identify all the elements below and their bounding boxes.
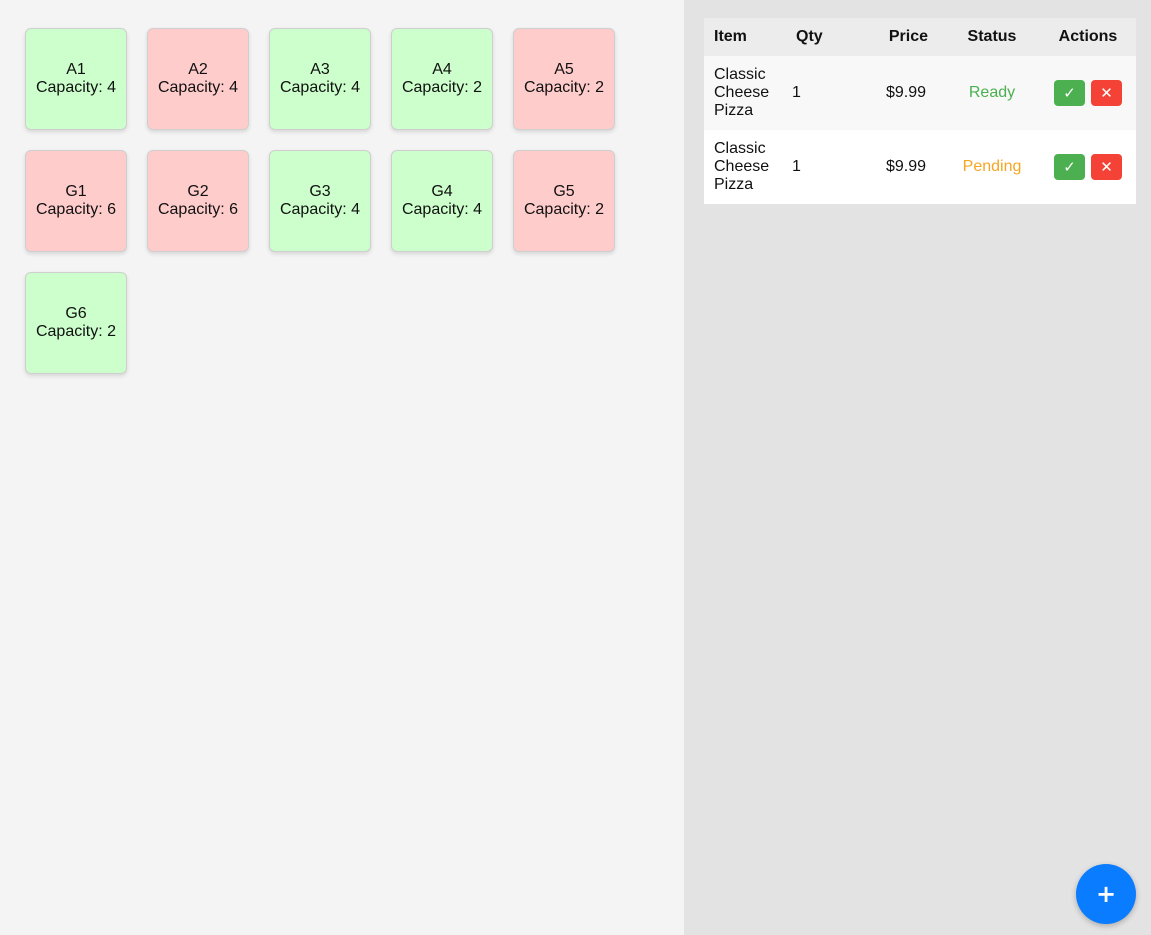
x-icon: ✕ <box>1100 84 1113 102</box>
table-capacity: Capacity: 2 <box>401 79 483 96</box>
table-capacity: Capacity: 4 <box>279 79 361 96</box>
table-card-g4[interactable]: G4 Capacity: 4 <box>391 150 493 252</box>
table-name: G1 <box>65 183 87 200</box>
order-actions: ✓ ✕ <box>1040 130 1136 204</box>
order-qty: 1 <box>792 158 801 175</box>
header-qty: Qty <box>784 18 850 56</box>
order-row: Classic Cheese Pizza 1 $9.99 Ready ✓ ✕ <box>704 56 1136 130</box>
floor-plan-panel: A1 Capacity: 4 A2 Capacity: 4 A3 Capacity: 4A… <box>0 0 684 935</box>
app: A1 Capacity: 4 A2 Capacity: 4 A3 Capacity: 4A… <box>0 0 1151 935</box>
table-card-a5[interactable]: A5 Capacity: 2 <box>513 28 615 130</box>
order-status: Ready <box>968 84 1016 101</box>
table-name: G4 <box>431 183 453 200</box>
order-actions: ✓ ✕ <box>1040 56 1136 130</box>
table-name: A3 <box>310 61 330 78</box>
table-card-g1[interactable]: G1 Capacity: 6 <box>25 150 127 252</box>
table-card-a2[interactable]: A2 Capacity: 4 <box>147 28 249 130</box>
table-capacity: Capacity: 4 <box>401 201 483 218</box>
table-card-a1[interactable]: A1 Capacity: 4 <box>25 28 127 130</box>
order-status: Pending <box>962 158 1022 175</box>
order-price: $9.99 <box>885 84 926 101</box>
order-item: Classic Cheese Pizza <box>714 140 770 193</box>
reject-button[interactable]: ✕ <box>1091 154 1122 180</box>
table-card-a4[interactable]: A4 Capacity: 2 <box>391 28 493 130</box>
order-item: Classic Cheese Pizza <box>714 66 770 119</box>
table-capacity: Capacity: 2 <box>523 79 605 96</box>
table-capacity: Capacity: 4 <box>279 201 361 218</box>
table-card-g3[interactable]: G3 Capacity: 4 <box>269 150 371 252</box>
header-actions: Actions <box>1040 18 1136 56</box>
order-price: $9.99 <box>885 158 926 175</box>
check-icon: ✓ <box>1063 84 1076 102</box>
header-price: Price <box>850 18 944 56</box>
table-card-g2[interactable]: G2 Capacity: 6 <box>147 150 249 252</box>
table-name: A4 <box>432 61 452 78</box>
table-name: G3 <box>309 183 331 200</box>
header-status: Status <box>944 18 1040 56</box>
table-capacity: Capacity: 6 <box>157 201 239 218</box>
table-name: A1 <box>66 61 86 78</box>
add-order-button[interactable]: + <box>1076 864 1136 924</box>
orders-header-row: Item Qty Price Status Actions <box>704 18 1136 56</box>
table-card-g6[interactable]: G6 Capacity: 2 <box>25 272 127 374</box>
table-capacity: Capacity: 4 <box>157 79 239 96</box>
accept-button[interactable]: ✓ <box>1054 80 1085 106</box>
orders-table: Item Qty Price Status Actions Classic Ch… <box>704 18 1136 204</box>
table-capacity: Capacity: 4 <box>35 79 117 96</box>
orders-panel: Item Qty Price Status Actions Classic Ch… <box>684 0 1151 935</box>
x-icon: ✕ <box>1100 158 1113 176</box>
header-item: Item <box>704 18 784 56</box>
table-capacity: Capacity: 2 <box>523 201 605 218</box>
accept-button[interactable]: ✓ <box>1054 154 1085 180</box>
table-card-a3[interactable]: A3 Capacity: 4 <box>269 28 371 130</box>
reject-button[interactable]: ✕ <box>1091 80 1122 106</box>
table-name: G5 <box>553 183 575 200</box>
table-name: A5 <box>554 61 574 78</box>
order-row: Classic Cheese Pizza 1 $9.99 Pending ✓ ✕ <box>704 130 1136 204</box>
tables-grid: A1 Capacity: 4 A2 Capacity: 4 A3 Capacity: 4A… <box>25 28 615 374</box>
table-capacity: Capacity: 6 <box>35 201 117 218</box>
table-name: G2 <box>187 183 209 200</box>
table-card-g5[interactable]: G5 Capacity: 2 <box>513 150 615 252</box>
plus-icon: + <box>1095 880 1117 908</box>
order-qty: 1 <box>792 84 801 101</box>
table-capacity: Capacity: 2 <box>35 323 117 340</box>
check-icon: ✓ <box>1063 158 1076 176</box>
table-name: G6 <box>65 305 87 322</box>
table-name: A2 <box>188 61 208 78</box>
